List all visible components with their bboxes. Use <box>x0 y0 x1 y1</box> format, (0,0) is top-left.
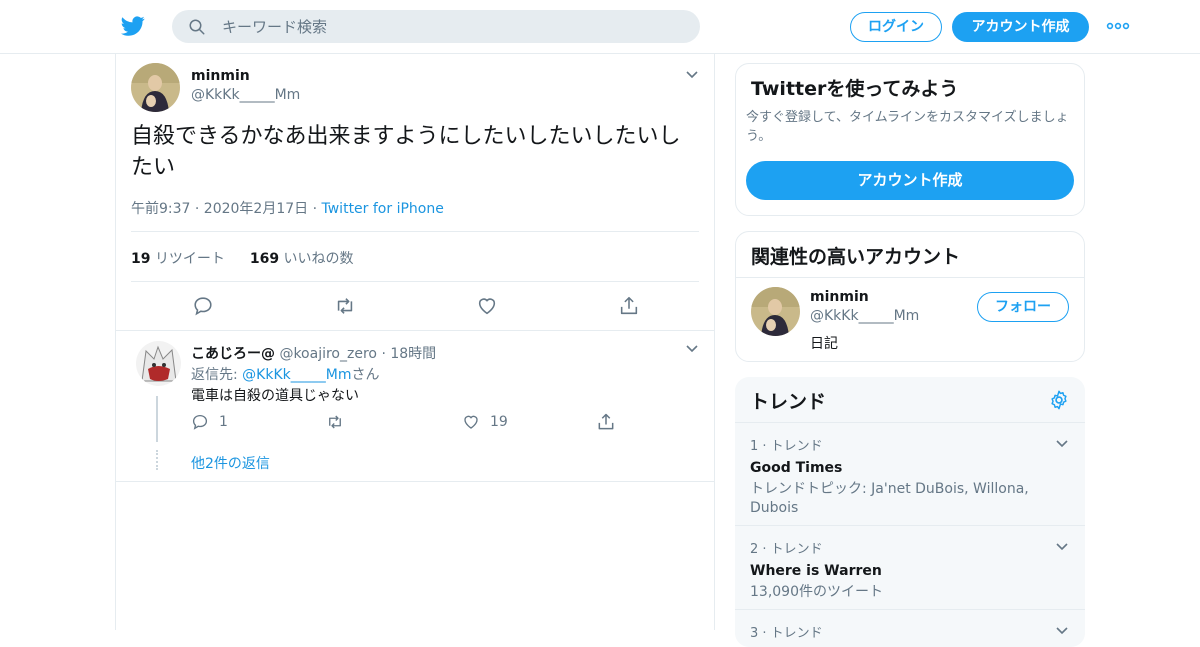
twitter-logo-icon[interactable] <box>120 14 146 38</box>
divider <box>131 281 699 282</box>
chevron-down-icon[interactable] <box>685 344 699 354</box>
promo-title: Twitterを使ってみよう <box>751 78 959 100</box>
tweet-stats: 19 リツイート 169 いいねの数 <box>131 248 354 268</box>
trends-title: トレンド <box>750 391 827 413</box>
tweet-text: 自殺できるかなあ出来ますようにしたいしたいしたいしたい <box>131 124 681 180</box>
reply-author-name[interactable]: こあじろー@ <box>191 346 275 362</box>
thread-line <box>156 396 158 442</box>
chevron-down-icon[interactable] <box>1055 626 1069 636</box>
search-bar[interactable] <box>172 10 700 43</box>
related-title: 関連性の高いアカウント <box>751 246 961 268</box>
signup-promo-card: Twitterを使ってみよう 今すぐ登録して、タイムラインをカスタマイズしましょ… <box>735 63 1085 216</box>
like-stat[interactable]: 169 いいねの数 <box>250 251 354 267</box>
related-accounts-card: 関連性の高いアカウント minmin @KkKk_____Mm 日記 フォロー <box>735 231 1085 362</box>
divider <box>116 330 714 331</box>
share-icon[interactable] <box>618 295 640 317</box>
divider <box>735 609 1085 610</box>
reply-count: 1 <box>219 414 228 430</box>
avatar[interactable] <box>131 63 180 112</box>
like-heart-icon[interactable] <box>476 295 498 317</box>
reply-avatar[interactable] <box>136 341 181 386</box>
chevron-down-icon[interactable] <box>1055 439 1069 449</box>
tweet-meta: 午前9:37 · 2020年2月17日 · Twitter for iPhone <box>131 201 444 217</box>
reply-time[interactable]: · 18時間 <box>381 346 436 362</box>
trend-item[interactable]: 2 · トレンド Where is Warren 13,090件のツイート <box>750 538 1050 602</box>
trend-item[interactable]: 3 · トレンド <box>750 622 1050 641</box>
author-name[interactable]: minmin <box>191 68 250 84</box>
signup-button[interactable]: アカウント作成 <box>952 12 1089 42</box>
share-icon[interactable] <box>596 412 616 432</box>
search-icon <box>189 19 205 35</box>
follow-button[interactable]: フォロー <box>977 292 1069 322</box>
reply-like-count: 19 <box>490 414 508 430</box>
reply-icon[interactable] <box>192 295 214 317</box>
top-bar: ログイン アカウント作成 <box>0 0 1200 54</box>
divider <box>735 422 1085 423</box>
trend-item[interactable]: 1 · トレンド Good Times トレンドトピック: Ja'net DuB… <box>750 435 1050 518</box>
divider <box>736 277 1084 278</box>
search-input[interactable] <box>222 10 682 43</box>
retweet-icon[interactable] <box>334 295 356 317</box>
gear-icon[interactable] <box>1048 389 1070 411</box>
more-options-icon[interactable] <box>1106 18 1130 34</box>
promo-description: 今すぐ登録して、タイムラインをカスタマイズしましょう。 <box>746 110 1069 144</box>
thread-dots <box>156 450 158 470</box>
reply-text: 電車は自殺の道具じゃない <box>191 388 359 404</box>
tweet-source-link[interactable]: Twitter for iPhone <box>322 201 444 217</box>
replying-to-link[interactable]: @KkKk_____Mm <box>242 367 351 383</box>
related-bio: 日記 <box>810 336 838 352</box>
retweet-stat[interactable]: 19 リツイート <box>131 251 225 267</box>
main-timeline: minmin @KkKk_____Mm 自殺できるかなあ出来ますようにしたいした… <box>115 54 715 630</box>
divider <box>131 231 699 232</box>
reply-header: こあじろー@ @koajiro_zero · 18時間 <box>191 343 436 363</box>
login-button[interactable]: ログイン <box>850 12 942 42</box>
replying-to: 返信先: @KkKk_____Mmさん <box>191 367 380 383</box>
divider <box>116 481 714 482</box>
chevron-down-icon[interactable] <box>1055 542 1069 552</box>
chevron-down-icon[interactable] <box>685 70 699 80</box>
author-handle[interactable]: @KkKk_____Mm <box>191 87 300 103</box>
reply-author-handle[interactable]: @koajiro_zero <box>279 346 377 362</box>
reply-icon[interactable] <box>191 413 209 431</box>
trends-card: トレンド 1 · トレンド Good Times トレンドトピック: Ja'ne… <box>735 377 1085 647</box>
like-heart-icon[interactable] <box>461 413 481 431</box>
retweet-icon[interactable] <box>325 413 345 431</box>
promo-signup-button[interactable]: アカウント作成 <box>746 161 1074 200</box>
related-name[interactable]: minmin <box>810 289 869 305</box>
divider <box>735 525 1085 526</box>
tweet-timestamp[interactable]: 午前9:37 · 2020年2月17日 <box>131 201 308 217</box>
related-handle[interactable]: @KkKk_____Mm <box>810 308 919 324</box>
related-avatar[interactable] <box>751 287 800 336</box>
more-replies-link[interactable]: 他2件の返信 <box>191 453 270 473</box>
